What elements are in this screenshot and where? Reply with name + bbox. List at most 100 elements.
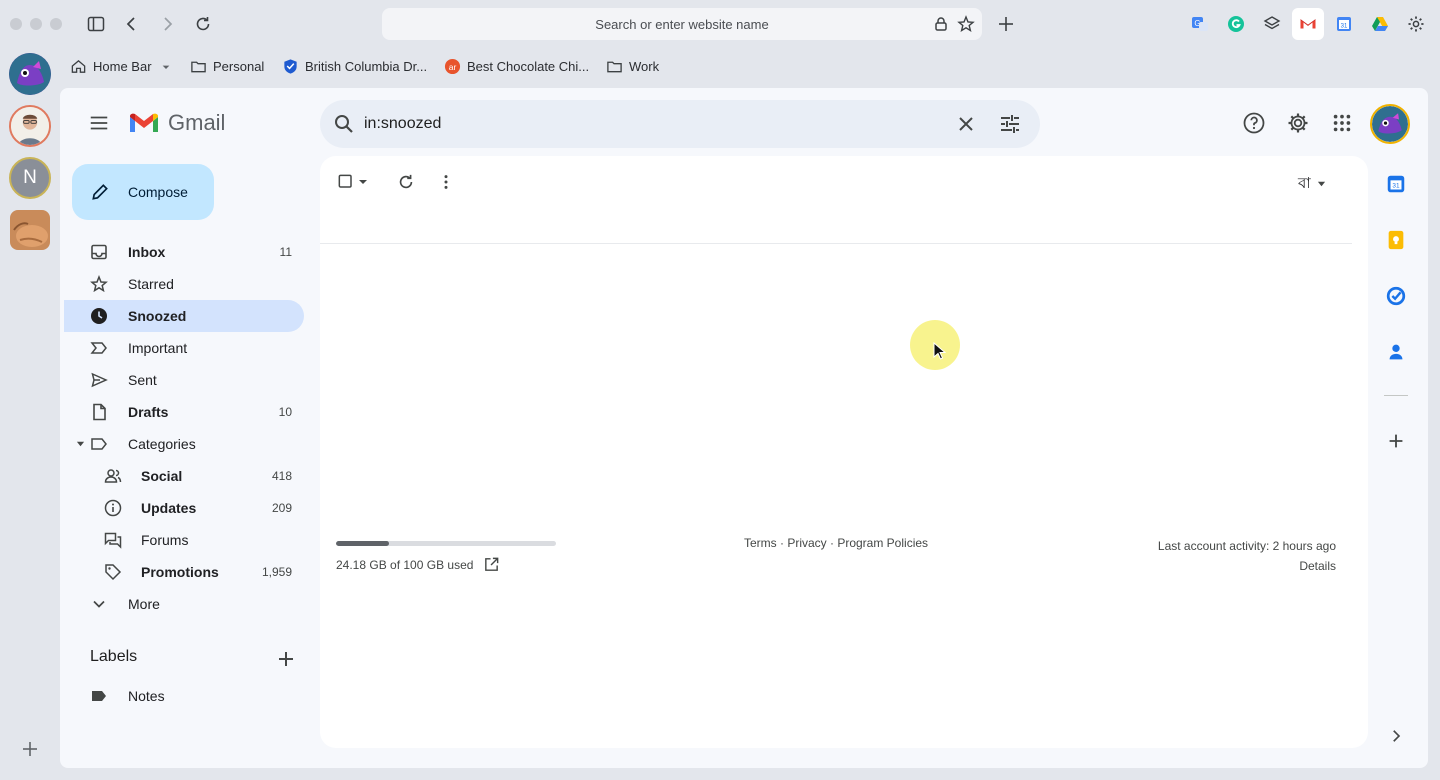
open-external-icon[interactable] — [483, 556, 500, 573]
address-bar[interactable]: Search or enter website name — [382, 8, 982, 40]
nav-updates[interactable]: Updates 209 — [64, 492, 304, 524]
nav-count: 10 — [278, 405, 292, 419]
star-bookmark-icon[interactable] — [957, 15, 975, 33]
nav-drafts[interactable]: Drafts 10 — [64, 396, 304, 428]
main-content: বা 24.18 GB of 100 GB used Terms · Priva… — [320, 156, 1368, 748]
bookmark-label: Work — [629, 59, 660, 74]
help-icon[interactable] — [1242, 111, 1266, 135]
expand-side-panel-icon[interactable] — [1384, 724, 1408, 748]
nav-label: Drafts — [128, 404, 169, 420]
nav-count: 418 — [271, 469, 292, 483]
select-options-caret-icon[interactable] — [356, 170, 370, 194]
select-all-checkbox[interactable] — [334, 170, 358, 194]
window-zoom-button[interactable] — [50, 18, 62, 30]
keep-app-icon[interactable] — [1384, 228, 1408, 252]
nav-inbox[interactable]: Inbox 11 — [64, 236, 304, 268]
shield-logo-icon — [284, 59, 297, 74]
gmail-header: Gmail in:snoozed — [60, 88, 1428, 158]
bookmarks-bar: Home Bar Personal British Columbia Dr...… — [60, 52, 1440, 82]
search-input[interactable]: in:snoozed — [364, 115, 441, 133]
bookmark-label: Personal — [213, 59, 265, 74]
recipe-logo-icon: ar — [444, 58, 461, 75]
label-notes[interactable]: Notes — [64, 680, 304, 712]
sidebar-toggle-icon[interactable] — [82, 10, 110, 38]
refresh-icon[interactable] — [394, 170, 418, 194]
back-icon[interactable] — [118, 10, 146, 38]
side-panel-divider — [1384, 395, 1408, 396]
gmail-extension-icon[interactable] — [1292, 8, 1324, 40]
clear-search-icon[interactable] — [954, 112, 978, 136]
tag-icon — [105, 564, 122, 581]
drive-extension-icon[interactable] — [1366, 10, 1394, 38]
calendar-extension-icon[interactable]: 31 — [1330, 10, 1358, 38]
tasks-app-icon[interactable] — [1384, 284, 1408, 308]
star-icon — [90, 275, 108, 293]
nav-count: 209 — [271, 501, 292, 515]
nav-more[interactable]: More — [64, 588, 304, 620]
details-link[interactable]: Details — [1158, 556, 1336, 576]
profile-avatar-cat[interactable] — [10, 210, 50, 250]
bookmark-personal[interactable]: Personal — [190, 58, 264, 75]
bookmark-work[interactable]: Work — [606, 58, 659, 75]
nav-label: More — [128, 596, 160, 612]
window-minimize-button[interactable] — [30, 18, 42, 30]
contacts-app-icon[interactable] — [1384, 340, 1408, 364]
nav-count: 1,959 — [261, 565, 292, 579]
main-menu-icon[interactable] — [84, 108, 114, 138]
nav-sent[interactable]: Sent — [64, 364, 304, 396]
calendar-app-icon[interactable]: 31 — [1384, 172, 1408, 196]
nav-label: Updates — [141, 500, 197, 516]
account-avatar[interactable] — [1370, 104, 1410, 144]
search-bar[interactable]: in:snoozed — [320, 100, 1040, 148]
caret-down-icon[interactable] — [76, 440, 85, 449]
send-icon — [91, 372, 108, 388]
profile-avatar-monster[interactable] — [9, 53, 51, 95]
nav-important[interactable]: Important — [64, 332, 304, 364]
reload-icon[interactable] — [189, 10, 217, 38]
compose-button[interactable]: Compose — [72, 164, 214, 220]
nav-starred[interactable]: Starred — [64, 268, 304, 300]
footer-links[interactable]: Terms · Privacy · Program Policies — [744, 536, 928, 550]
caret-down-icon — [162, 65, 169, 69]
gmail-logo[interactable]: Gmail — [128, 110, 225, 136]
bookmark-label: British Columbia Dr... — [305, 59, 428, 74]
new-tab-icon[interactable] — [992, 10, 1020, 38]
gmail-settings-icon[interactable] — [1286, 111, 1310, 135]
grammarly-extension-icon[interactable] — [1222, 10, 1250, 38]
svg-text:ar: ar — [449, 62, 457, 72]
storage-usage-fill — [336, 541, 390, 546]
layers-extension-icon[interactable] — [1258, 10, 1286, 38]
settings-gear-icon[interactable] — [1402, 10, 1430, 38]
nav-social[interactable]: Social 418 — [64, 460, 304, 492]
account-activity: Last account activity: 2 hours ago Detai… — [1158, 536, 1336, 576]
create-label-icon[interactable] — [274, 647, 298, 671]
compose-label: Compose — [128, 184, 188, 200]
input-tools-toggle[interactable]: বা — [1298, 172, 1326, 197]
nav-label: Important — [128, 340, 188, 356]
chevron-down-icon — [93, 600, 105, 608]
add-addon-icon[interactable] — [1384, 429, 1408, 453]
toolbar-divider — [320, 243, 1352, 244]
forward-icon[interactable] — [153, 10, 181, 38]
label-filled-icon — [92, 691, 106, 701]
nav-forums[interactable]: Forums — [64, 524, 304, 556]
nav-categories[interactable]: Categories — [64, 428, 304, 460]
bookmark-british-columbia[interactable]: British Columbia Dr... — [282, 58, 427, 75]
draft-icon — [93, 403, 106, 421]
gmail-app: Gmail in:snoozed Compose Inbox 11 Starre… — [60, 88, 1428, 768]
bookmark-home-bar[interactable]: Home Bar — [70, 58, 172, 75]
apps-grid-icon[interactable] — [1330, 111, 1354, 135]
add-profile-icon[interactable] — [16, 735, 44, 763]
search-icon[interactable] — [332, 112, 356, 136]
profile-avatar-n[interactable]: N — [9, 157, 51, 199]
more-actions-icon[interactable] — [434, 170, 458, 194]
info-icon — [104, 499, 122, 517]
search-options-icon[interactable] — [998, 112, 1022, 136]
bookmark-best-chocolate[interactable]: ar Best Chocolate Chi... — [444, 58, 589, 75]
nav-snoozed[interactable]: Snoozed — [64, 300, 304, 332]
profile-avatar-person[interactable] — [9, 105, 51, 147]
nav-label: Inbox — [128, 244, 166, 260]
nav-promotions[interactable]: Promotions 1,959 — [64, 556, 304, 588]
translate-extension-icon[interactable]: G — [1186, 10, 1214, 38]
window-close-button[interactable] — [10, 18, 22, 30]
